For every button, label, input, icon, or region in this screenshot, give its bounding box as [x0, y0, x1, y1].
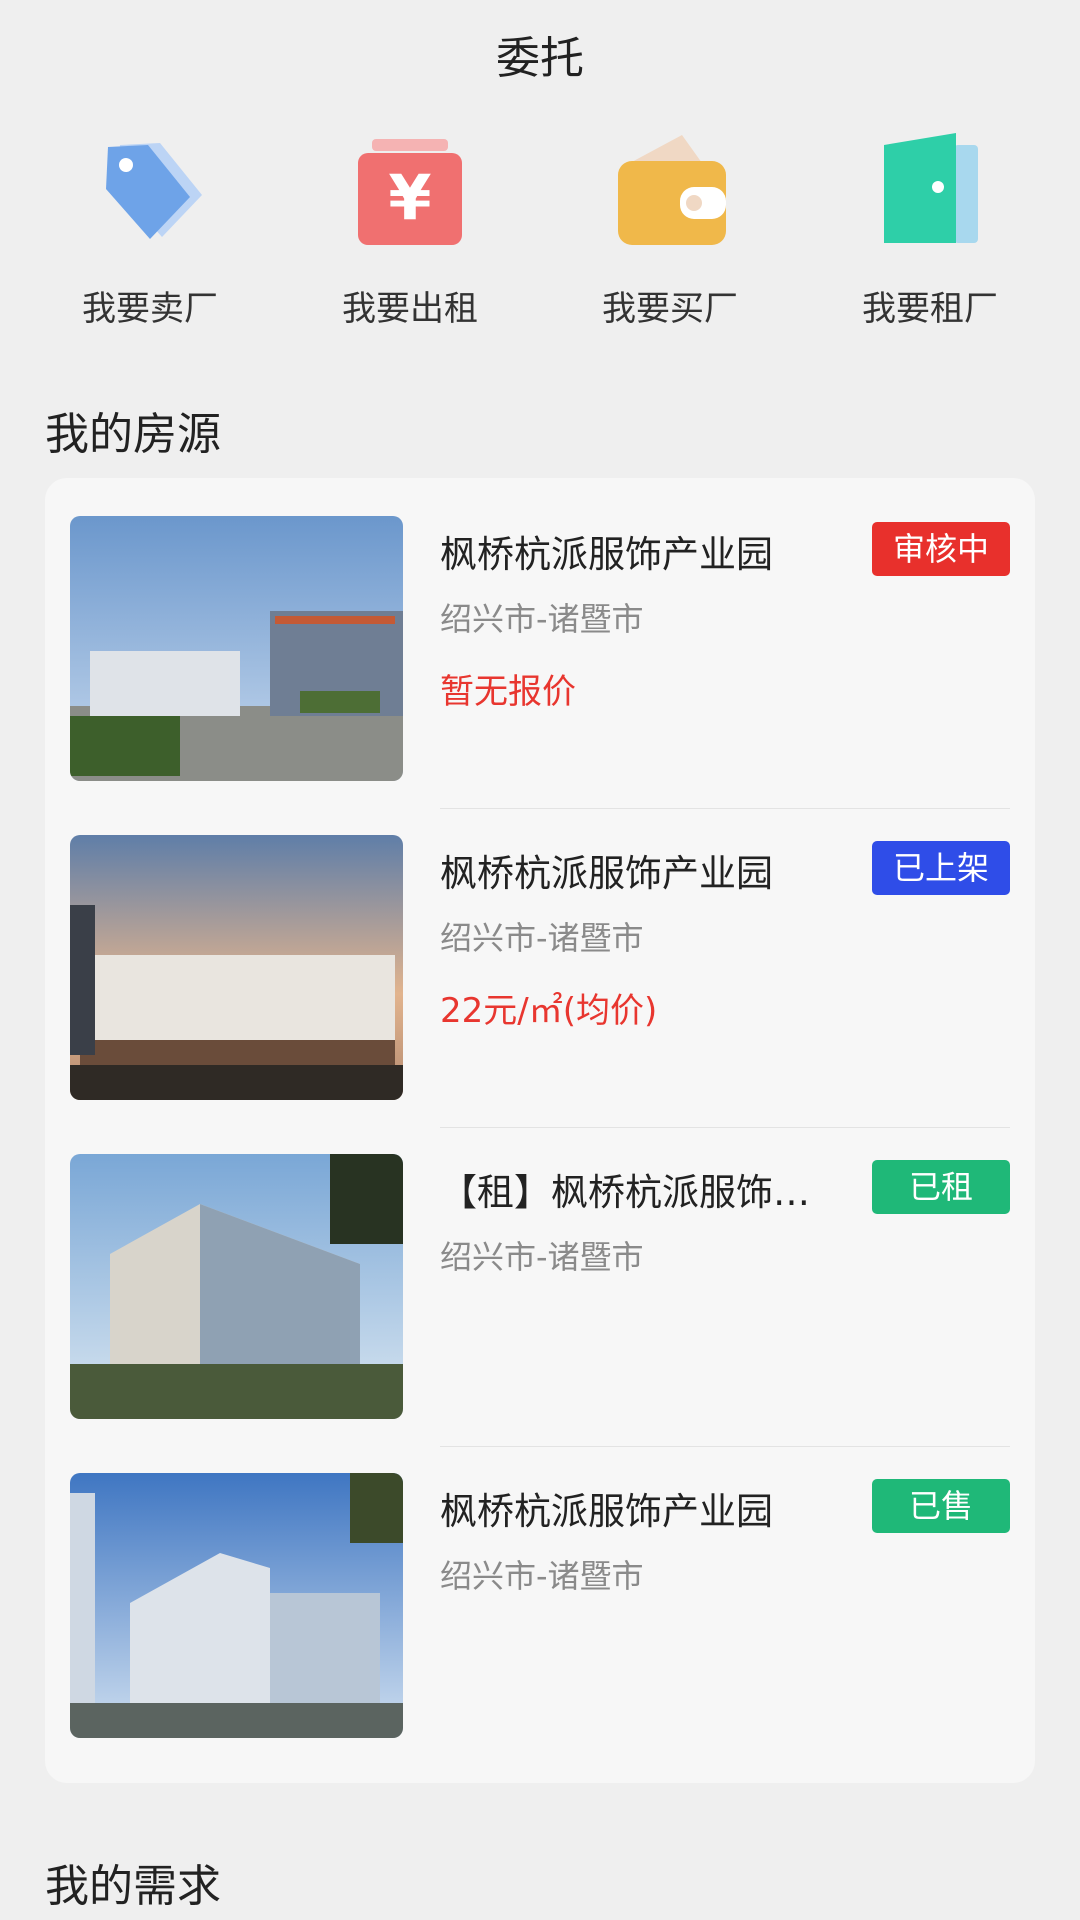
quick-action-rent-out[interactable]: ¥ 我要出租 [310, 125, 510, 330]
tag-icon [90, 125, 210, 255]
divider [440, 808, 1010, 809]
yen-bag-icon: ¥ [350, 125, 470, 255]
svg-text:¥: ¥ [388, 161, 431, 234]
section-title-my-listings: 我的房源 [45, 409, 221, 460]
status-badge: 已上架 [872, 841, 1010, 895]
quick-action-label: 我要卖厂 [82, 289, 218, 329]
quick-action-label: 我要租厂 [862, 289, 998, 329]
page-title: 委托 [496, 33, 584, 84]
door-icon [870, 125, 990, 255]
listing-price: 暂无报价 [440, 672, 576, 712]
listing-thumbnail [70, 1473, 403, 1738]
listing-location: 绍兴市-诸暨市 [440, 1557, 644, 1595]
divider [440, 1127, 1010, 1128]
quick-action-label: 我要出租 [342, 289, 478, 329]
quick-actions: 我要卖厂 ¥ 我要出租 我要买厂 我要租厂 [0, 125, 1080, 355]
quick-action-sell[interactable]: 我要卖厂 [50, 125, 250, 330]
quick-action-rent[interactable]: 我要租厂 [830, 125, 1030, 330]
listing-location: 绍兴市-诸暨市 [440, 600, 644, 638]
quick-action-label: 我要买厂 [602, 289, 738, 329]
divider [440, 1446, 1010, 1447]
listing-name: 枫桥杭派服饰产业园 [440, 852, 773, 895]
status-badge: 已售 [872, 1479, 1010, 1533]
listing-item[interactable]: 【租】枫桥杭派服饰产业园 绍兴市-诸暨市 已租 [70, 1154, 1010, 1419]
section-title-my-demands: 我的需求 [45, 1861, 221, 1912]
listings-card: 枫桥杭派服饰产业园 绍兴市-诸暨市 暂无报价 审核中 枫桥杭派服饰产业园 绍兴市… [45, 478, 1035, 1783]
listing-thumbnail [70, 835, 403, 1100]
listing-location: 绍兴市-诸暨市 [440, 1238, 644, 1276]
listing-thumbnail [70, 1154, 403, 1419]
listing-thumbnail [70, 516, 403, 781]
quick-action-buy[interactable]: 我要买厂 [570, 125, 770, 330]
wallet-icon [610, 125, 730, 255]
listing-name: 【租】枫桥杭派服饰产业园 [440, 1171, 840, 1214]
listing-price: 22元/㎡(均价) [440, 991, 658, 1031]
listing-item[interactable]: 枫桥杭派服饰产业园 绍兴市-诸暨市 22元/㎡(均价) 已上架 [70, 835, 1010, 1100]
listing-item[interactable]: 枫桥杭派服饰产业园 绍兴市-诸暨市 暂无报价 审核中 [70, 516, 1010, 781]
listing-name: 枫桥杭派服饰产业园 [440, 533, 773, 576]
listing-item[interactable]: 枫桥杭派服饰产业园 绍兴市-诸暨市 已售 [70, 1473, 1010, 1738]
listing-location: 绍兴市-诸暨市 [440, 919, 644, 957]
status-badge: 已租 [872, 1160, 1010, 1214]
listing-name: 枫桥杭派服饰产业园 [440, 1490, 773, 1533]
status-badge: 审核中 [872, 522, 1010, 576]
